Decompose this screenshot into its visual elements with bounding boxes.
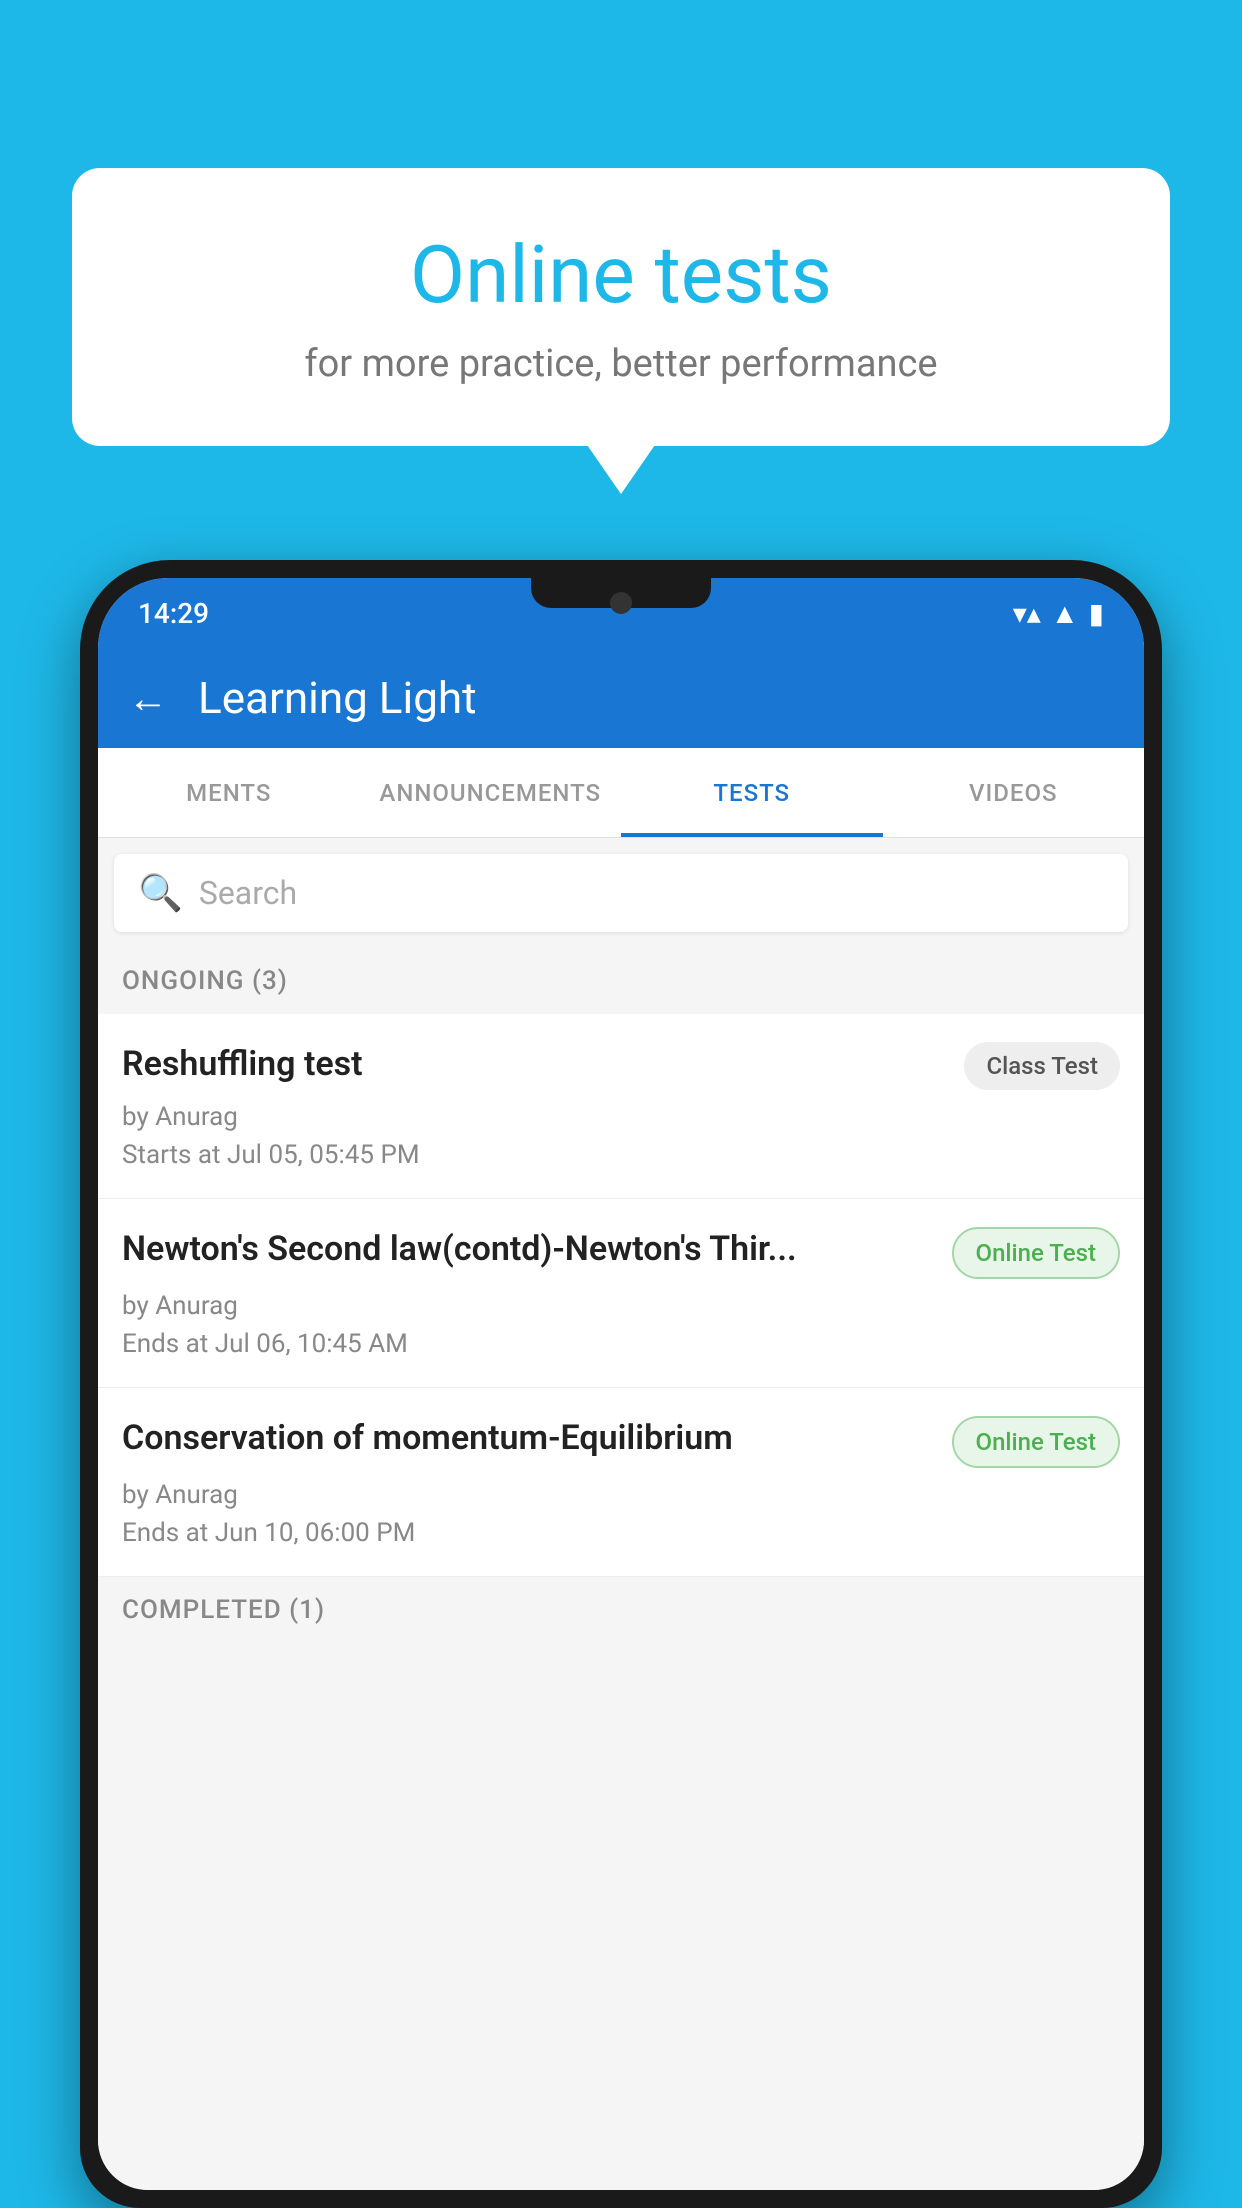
test-by-1: by Anurag xyxy=(122,1102,1120,1132)
signal-icon: ▲ xyxy=(1051,597,1079,630)
test-badge-2: Online Test xyxy=(952,1227,1120,1279)
app-bar: ← Learning Light xyxy=(98,648,1144,748)
test-date-3: Ends at Jun 10, 06:00 PM xyxy=(122,1518,1120,1548)
tab-announcements[interactable]: ANNOUNCEMENTS xyxy=(360,748,622,837)
phone-inner: 14:29 ▾▴ ▲ ▮ ← Learning Light MENTS ANNO… xyxy=(98,578,1144,2190)
bubble-subtitle: for more practice, better performance xyxy=(152,342,1090,386)
tab-tests[interactable]: TESTS xyxy=(621,748,883,837)
test-card-3-header: Conservation of momentum-Equilibrium Onl… xyxy=(122,1416,1120,1468)
speech-bubble: Online tests for more practice, better p… xyxy=(72,168,1170,446)
search-placeholder: Search xyxy=(199,874,297,912)
status-bar: 14:29 ▾▴ ▲ ▮ xyxy=(98,578,1144,648)
test-badge-3: Online Test xyxy=(952,1416,1120,1468)
test-date-1: Starts at Jul 05, 05:45 PM xyxy=(122,1140,1120,1170)
test-by-3: by Anurag xyxy=(122,1480,1120,1510)
tab-videos[interactable]: VIDEOS xyxy=(883,748,1145,837)
test-card-1-header: Reshuffling test Class Test xyxy=(122,1042,1120,1090)
tab-ments[interactable]: MENTS xyxy=(98,748,360,837)
ongoing-section-header: ONGOING (3) xyxy=(98,948,1144,1014)
completed-section-header: COMPLETED (1) xyxy=(98,1577,1144,1643)
test-card-2-header: Newton's Second law(contd)-Newton's Thir… xyxy=(122,1227,1120,1279)
battery-icon: ▮ xyxy=(1089,597,1104,630)
search-icon: 🔍 xyxy=(138,872,183,914)
test-card-3[interactable]: Conservation of momentum-Equilibrium Onl… xyxy=(98,1388,1144,1577)
back-button[interactable]: ← xyxy=(128,675,168,722)
phone-frame: 14:29 ▾▴ ▲ ▮ ← Learning Light MENTS ANNO… xyxy=(80,560,1162,2208)
status-icons: ▾▴ ▲ ▮ xyxy=(1013,597,1104,630)
test-date-2: Ends at Jul 06, 10:45 AM xyxy=(122,1329,1120,1359)
tab-bar: MENTS ANNOUNCEMENTS TESTS VIDEOS xyxy=(98,748,1144,838)
bubble-title: Online tests xyxy=(152,228,1090,322)
wifi-icon: ▾▴ xyxy=(1013,597,1041,630)
test-title-2: Newton's Second law(contd)-Newton's Thir… xyxy=(122,1227,952,1271)
test-by-2: by Anurag xyxy=(122,1291,1120,1321)
test-card-2[interactable]: Newton's Second law(contd)-Newton's Thir… xyxy=(98,1199,1144,1388)
search-bar[interactable]: 🔍 Search xyxy=(114,854,1128,932)
camera-notch xyxy=(610,592,632,614)
test-title-1: Reshuffling test xyxy=(122,1042,964,1086)
test-badge-1: Class Test xyxy=(964,1042,1120,1090)
app-title: Learning Light xyxy=(198,672,477,724)
content-area: 🔍 Search ONGOING (3) Reshuffling test Cl… xyxy=(98,838,1144,2190)
status-time: 14:29 xyxy=(138,597,209,630)
test-card-1[interactable]: Reshuffling test Class Test by Anurag St… xyxy=(98,1014,1144,1199)
test-title-3: Conservation of momentum-Equilibrium xyxy=(122,1416,952,1460)
